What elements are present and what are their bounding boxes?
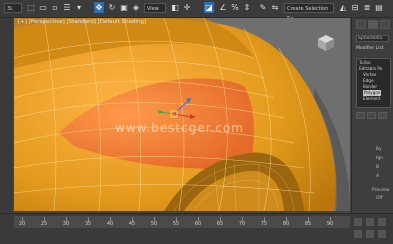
main-toolbar: 3L ⬚ ▭ ▫ ☰ ▾ ✥ ↻ ▣ ◈ View ◧ ✛ ◪ ∠ % ⇕ ✎ …: [0, 0, 393, 22]
select-icon[interactable]: ⬚: [26, 2, 36, 13]
stack-item[interactable]: Element: [363, 96, 380, 102]
viewcube-icon[interactable]: [316, 33, 336, 53]
left-viewport-strip: [0, 18, 13, 213]
ruler-label: 75: [260, 221, 268, 227]
viewport-label[interactable]: [+] [Perspective] [Standard] [Default Sh…: [18, 19, 146, 25]
orbit-icon[interactable]: [378, 218, 386, 226]
preview-label: Preview: [372, 188, 390, 193]
modifier-stack: Turbo Editable Po Vertex Edge Border Pol…: [356, 58, 391, 108]
modify-tab-icon[interactable]: [368, 20, 378, 29]
spinner-snap-icon[interactable]: ⇕: [242, 2, 252, 13]
watermark: www.bestcger.com: [115, 121, 244, 135]
percent-snap-icon[interactable]: %: [230, 2, 240, 13]
pin-stack-button[interactable]: [356, 112, 365, 119]
move-icon[interactable]: ✥: [94, 2, 104, 13]
rotate-icon[interactable]: ↻: [107, 2, 117, 13]
model-render: [14, 18, 350, 211]
ruler-label: 55: [172, 221, 180, 227]
ruler-label: 80: [282, 221, 290, 227]
create-tab-icon[interactable]: [356, 20, 366, 29]
ruler-label: 20: [18, 221, 26, 227]
ruler-label: 45: [128, 221, 136, 227]
make-unique-button[interactable]: [378, 112, 387, 119]
named-selection-set[interactable]: Create Selection Se: [284, 3, 334, 22]
nav-controls: [352, 216, 392, 242]
filter-icon[interactable]: ▾: [74, 2, 84, 13]
select-manipulate-icon[interactable]: ✛: [182, 2, 192, 13]
ruler-label: 40: [106, 221, 114, 227]
ruler-label: 50: [150, 221, 158, 227]
preview-off-radio[interactable]: Off: [376, 196, 383, 201]
ruler-label: 25: [40, 221, 48, 227]
edit-named-sets-icon[interactable]: ✎: [258, 2, 268, 13]
ruler-label: 60: [194, 221, 202, 227]
option-label[interactable]: Ign: [376, 156, 383, 161]
hierarchy-tab-icon[interactable]: [380, 20, 390, 29]
zoom-all-icon[interactable]: [366, 218, 374, 226]
option-label[interactable]: By: [376, 147, 382, 152]
ruler-label: 35: [84, 221, 92, 227]
option-label[interactable]: B: [376, 165, 379, 170]
time-ruler[interactable]: 20 25 30 35 40 45 50 55 60 65 70 75 80 8…: [14, 216, 350, 228]
ruler-label: 70: [238, 221, 246, 227]
select-region-icon[interactable]: ▭: [38, 2, 48, 13]
mirror-tool-icon[interactable]: ◭: [338, 2, 348, 13]
undo-dropdown[interactable]: 3L: [4, 3, 22, 13]
select-by-name-icon[interactable]: ☰: [62, 2, 72, 13]
ribbon-icon[interactable]: ▤: [374, 2, 384, 13]
ruler-label: 30: [62, 221, 70, 227]
pan-icon[interactable]: [354, 230, 362, 238]
angle-snap-icon[interactable]: ∠: [218, 2, 228, 13]
ruler-label: 90: [326, 221, 334, 227]
mirror-icon[interactable]: ⇋: [270, 2, 280, 13]
reference-coord-dropdown[interactable]: View: [144, 3, 166, 13]
modifier-list-dropdown[interactable]: Modifier List: [356, 46, 384, 51]
ruler-label: 65: [216, 221, 224, 227]
scale-icon[interactable]: ▣: [119, 2, 129, 13]
layer-explorer-icon[interactable]: ≣: [362, 2, 372, 13]
object-name-field[interactable]: Sphere001: [356, 35, 389, 42]
align-icon[interactable]: ⊟: [350, 2, 360, 13]
zoom-icon[interactable]: [354, 218, 362, 226]
window-crossing-icon[interactable]: ▫: [50, 2, 60, 13]
option-label[interactable]: A: [376, 174, 379, 179]
snap-toggle-icon[interactable]: ◪: [204, 2, 214, 13]
ruler-label: 85: [304, 221, 312, 227]
pivot-icon[interactable]: ◧: [170, 2, 180, 13]
field-of-view-icon[interactable]: [366, 230, 374, 238]
perspective-viewport[interactable]: [+] [Perspective] [Standard] [Default Sh…: [14, 18, 350, 211]
placement-icon[interactable]: ◈: [131, 2, 141, 13]
show-end-result-button[interactable]: [367, 112, 376, 119]
maximize-viewport-icon[interactable]: [378, 230, 386, 238]
